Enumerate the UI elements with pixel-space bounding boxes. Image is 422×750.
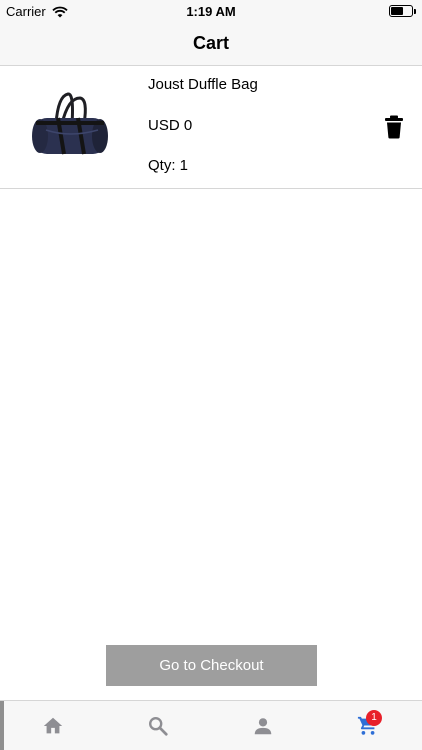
tab-search[interactable] bbox=[105, 701, 210, 750]
tab-cart[interactable] bbox=[315, 701, 420, 750]
page-title: Cart bbox=[192, 33, 229, 53]
duffle-bag-image bbox=[32, 92, 108, 155]
search-icon bbox=[148, 717, 168, 736]
trash-icon[interactable] bbox=[383, 115, 405, 139]
cart-item[interactable]: Joust Duffle Bag USD 0 Qty: 1 bbox=[0, 66, 422, 189]
person-icon bbox=[254, 718, 271, 735]
navigation-bar: Cart bbox=[0, 22, 422, 66]
tab-home[interactable] bbox=[0, 701, 105, 750]
status-bar: Carrier 1:19 AM bbox=[0, 0, 422, 22]
tab-bar: 1 bbox=[0, 700, 422, 750]
battery-level bbox=[391, 7, 403, 15]
home-icon bbox=[43, 717, 62, 734]
item-price: USD 0 bbox=[148, 117, 193, 134]
item-name: Joust Duffle Bag bbox=[148, 76, 258, 93]
tab-account[interactable] bbox=[210, 701, 315, 750]
checkout-button[interactable]: Go to Checkout bbox=[106, 645, 317, 686]
clock-time: 1:19 AM bbox=[186, 4, 236, 19]
cart-badge: 1 bbox=[366, 710, 382, 726]
item-quantity: Qty: 1 bbox=[148, 157, 189, 174]
battery-icon bbox=[389, 5, 416, 17]
